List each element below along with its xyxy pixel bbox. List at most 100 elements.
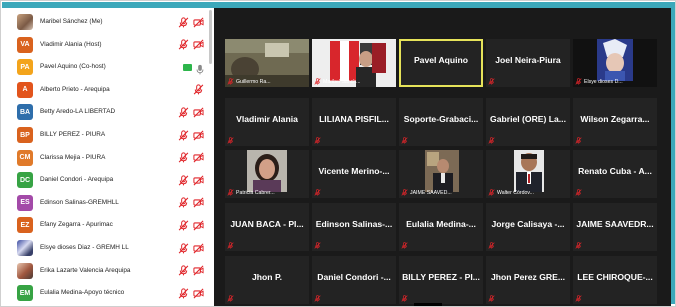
tile-status-label	[227, 136, 234, 145]
participant-name-tile[interactable]: Renato Cuba - A...	[573, 150, 657, 198]
participant-status-icons	[178, 16, 204, 28]
participant-avatar: EM	[17, 285, 33, 302]
participant-name: Erika Lazarte Valencia Arequipa	[40, 266, 131, 274]
participant-name-tile[interactable]: Eulalia Medina-...	[399, 203, 483, 251]
participant-row[interactable]: Elsye dioses Diaz - GREMH LL	[5, 237, 212, 259]
participant-status-icons	[183, 61, 204, 75]
tile-participant-name: Jorge Calisaya -...	[491, 219, 565, 229]
participant-name-tile[interactable]: JAIME SAAVEDR...	[573, 203, 657, 251]
mic-muted-icon	[178, 152, 189, 163]
mic-muted-icon	[575, 189, 582, 196]
gallery-view: Guillermo Ra... Maribel Sanch... Pavel Aqu…	[214, 8, 671, 306]
participant-video-tile[interactable]: Guillermo Ra...	[225, 39, 309, 87]
participant-status-icons	[178, 129, 204, 141]
tile-name-label: JAIME SAAVED...	[410, 189, 452, 196]
tile-status-label: Maribel Sanch...	[314, 77, 360, 86]
participant-name-tile[interactable]: Edinson Salinas-...	[312, 203, 396, 251]
mic-muted-icon	[314, 295, 321, 302]
participant-row[interactable]: Maribel Sánchez (Me)	[5, 11, 212, 33]
participant-row[interactable]: Erika Lazarte Valencia Arequipa	[5, 260, 212, 282]
tile-name-label: Patricia Cabrer...	[236, 189, 275, 196]
participant-video-tile[interactable]: Patricia Cabrer...	[225, 150, 309, 198]
participant-name-tile[interactable]: Soporte-Grabaci...	[399, 98, 483, 146]
participant-name-tile[interactable]: Vladimir Alania	[225, 98, 309, 146]
participant-name-tile[interactable]: Wilson Zegarra...	[573, 98, 657, 146]
tile-participant-name: Gabriel (ORE) La...	[490, 114, 566, 124]
video-off-icon	[193, 243, 204, 254]
participant-row[interactable]: DC Daniel Condori - Arequipa	[5, 169, 212, 191]
participant-name-tile[interactable]: JUAN BACA - PI...	[225, 203, 309, 251]
participant-name-tile[interactable]: Daniel Condori -...	[312, 256, 396, 304]
participant-status-icons	[178, 197, 204, 209]
mic-muted-icon	[488, 189, 495, 196]
participant-video-tile[interactable]: JAIME SAAVED...	[399, 150, 483, 198]
zoom-window: Maribel Sánchez (Me) VA Vladimir Alania (H…	[0, 0, 676, 307]
participant-avatar	[17, 240, 33, 256]
participant-row[interactable]: ES Edinson Salinas-GREMHLL	[5, 192, 212, 214]
tile-participant-name: JUAN BACA - PI...	[230, 219, 304, 229]
tile-participant-name: Jhon Perez GRE...	[490, 272, 566, 282]
participant-avatar: CM	[17, 149, 33, 166]
video-off-icon	[193, 265, 204, 276]
mic-muted-icon	[178, 220, 189, 231]
participant-name: Pavel Aquino (Co-host)	[40, 63, 106, 71]
tile-name-label: Maribel Sanch...	[323, 78, 361, 85]
participant-name-tile[interactable]: BILLY PEREZ - PI...	[399, 256, 483, 304]
tile-participant-name: BILLY PEREZ - PI...	[402, 272, 480, 282]
participant-row[interactable]: BA Betty Aredo-LA LIBERTAD	[5, 101, 212, 123]
participant-name-tile[interactable]: Jhon P.	[225, 256, 309, 304]
mic-muted-icon	[314, 189, 321, 196]
participant-row[interactable]: BP BILLY PEREZ - PIURA	[5, 124, 212, 146]
participant-name-tile[interactable]: Gabriel (ORE) La...	[486, 98, 570, 146]
participant-name: Efany Zegarra - Apurimac	[40, 221, 113, 229]
tile-status-label	[488, 77, 495, 86]
participant-name-tile[interactable]: Vicente Merino-...	[312, 150, 396, 198]
tile-status-label	[575, 136, 582, 145]
tile-status-label: Guillermo Ra...	[227, 77, 271, 86]
mic-muted-icon	[575, 137, 582, 144]
participants-scrollbar[interactable]	[209, 10, 212, 64]
participant-name-tile[interactable]: Joel Neira-Piura	[486, 39, 570, 87]
participant-row[interactable]: PA Pavel Aquino (Co-host)	[5, 56, 212, 78]
participant-status-icons	[193, 84, 204, 96]
tile-status-label	[314, 136, 321, 145]
participant-row[interactable]: CM Clarissa Mejia - PIURA	[5, 147, 212, 169]
tile-participant-name: Vladimir Alania	[236, 114, 298, 124]
participant-video-tile[interactable]: Elsye dioses D...	[573, 39, 657, 87]
mic-muted-icon	[227, 295, 234, 302]
mic-muted-icon	[178, 175, 189, 186]
mic-muted-icon	[178, 197, 189, 208]
participant-name-tile[interactable]: Pavel Aquino	[399, 39, 483, 87]
participant-video-tile[interactable]: Maribel Sanch...	[312, 39, 396, 87]
participant-avatar	[17, 14, 33, 30]
mic-muted-icon	[227, 137, 234, 144]
video-off-icon	[193, 288, 204, 299]
participant-row[interactable]: VA Vladimir Alania (Host)	[5, 34, 212, 56]
participant-name-tile[interactable]: LEE CHIROQUE-...	[573, 256, 657, 304]
mic-muted-icon	[193, 84, 204, 95]
participant-video-tile[interactable]: Walter Córdov...	[486, 150, 570, 198]
mic-muted-icon	[401, 295, 408, 302]
participant-name-tile[interactable]: Jorge Calisaya -...	[486, 203, 570, 251]
mic-muted-icon	[575, 78, 582, 85]
tile-status-label	[488, 136, 495, 145]
tile-participant-name: Renato Cuba - A...	[578, 166, 652, 176]
participant-row[interactable]: EM Eulalia Medina-Apoyo técnico	[5, 282, 212, 304]
tile-status-label	[227, 294, 234, 303]
participant-row[interactable]: A Alberto Prieto - Arequipa	[5, 79, 212, 101]
tile-participant-name: Joel Neira-Piura	[495, 55, 561, 65]
video-off-icon	[193, 17, 204, 28]
participant-name-tile[interactable]: Jhon Perez GRE...	[486, 256, 570, 304]
participant-name-tile[interactable]: LILIANA PISFIL...	[312, 98, 396, 146]
participant-row[interactable]: EZ Efany Zegarra - Apurimac	[5, 214, 212, 236]
mic-muted-icon	[227, 78, 234, 85]
mic-muted-icon	[178, 39, 189, 50]
tile-name-label: Guillermo Ra...	[236, 78, 271, 85]
tile-status-label	[488, 241, 495, 250]
mic-muted-icon	[227, 189, 234, 196]
participants-panel: Maribel Sánchez (Me) VA Vladimir Alania (H…	[5, 8, 212, 306]
participant-status-icons	[178, 287, 204, 299]
gallery-bottom-indicator	[414, 303, 442, 306]
tile-participant-name: Pavel Aquino	[413, 55, 469, 65]
participant-status-icons	[178, 219, 204, 231]
